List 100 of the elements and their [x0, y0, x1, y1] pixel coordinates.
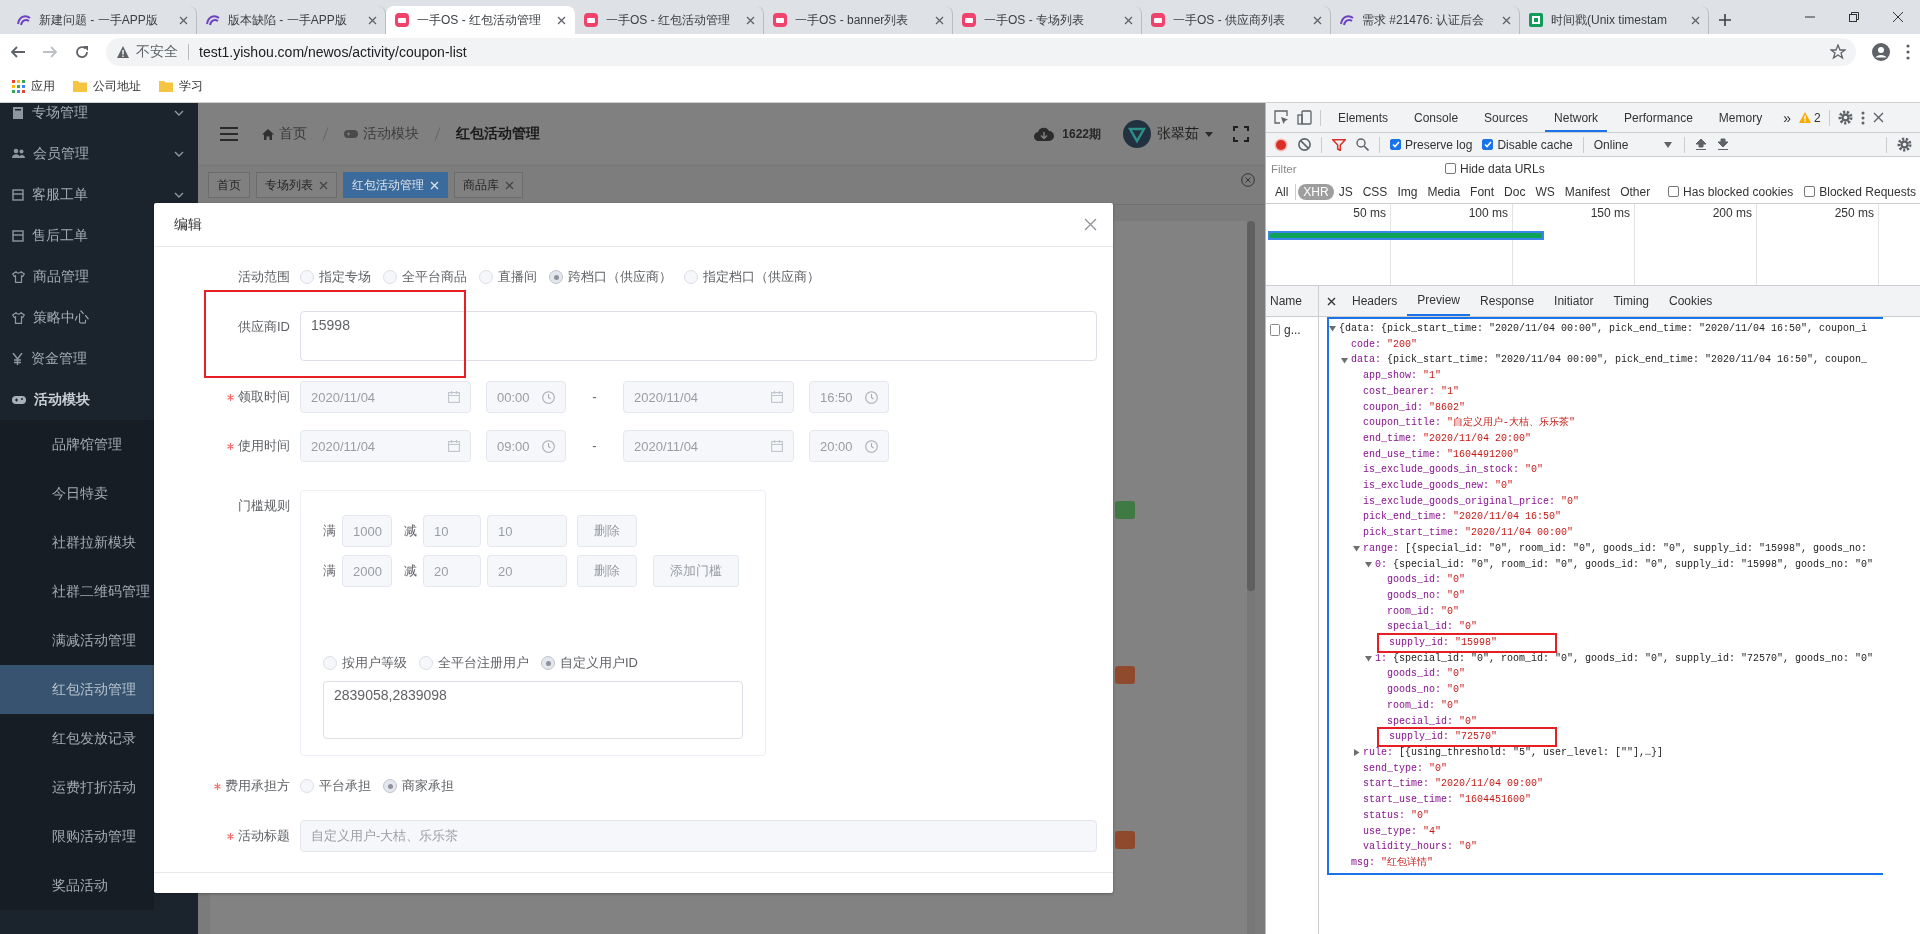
settings-icon[interactable]: [1837, 110, 1853, 125]
type-filter[interactable]: CSS: [1357, 183, 1393, 200]
sidebar-subitem[interactable]: 限购活动管理: [0, 812, 154, 861]
profile-icon[interactable]: [1872, 43, 1890, 61]
json-tree-node[interactable]: range: [{special_id: "0", room_id: "0", goods_id: "0", supply_id: "15998", goods_no:: [1353, 540, 1868, 557]
request-row[interactable]: g...: [1266, 321, 1318, 339]
sidebar-subitem[interactable]: 社群拉新模块: [0, 518, 154, 567]
user-menu[interactable]: 张翠茹: [1123, 120, 1213, 148]
close-icon[interactable]: [1327, 296, 1336, 306]
sidebar-subitem[interactable]: 满减活动管理: [0, 616, 154, 665]
bookmark-item[interactable]: 应用: [12, 77, 55, 95]
sidebar-subitem[interactable]: 品牌馆管理: [0, 420, 154, 469]
more-tabs-button[interactable]: »: [1783, 109, 1791, 126]
star-icon[interactable]: [1830, 44, 1846, 60]
radio-option[interactable]: 指定专场: [300, 268, 371, 286]
more-icon[interactable]: [1860, 110, 1865, 125]
radio-option[interactable]: 指定档口（供应商）: [684, 268, 820, 286]
type-filter[interactable]: Manifest: [1559, 183, 1616, 200]
type-filter[interactable]: All: [1270, 183, 1294, 200]
sidebar-subitem[interactable]: 奖品活动: [0, 861, 154, 910]
detail-tab[interactable]: Preview: [1407, 286, 1471, 316]
collapse-triangle-icon[interactable]: [1341, 356, 1348, 364]
close-icon[interactable]: [1872, 112, 1884, 123]
filter-icon[interactable]: [1332, 138, 1346, 151]
reload-icon[interactable]: [74, 44, 90, 60]
record-icon[interactable]: [1274, 137, 1288, 152]
devtools-tab[interactable]: Elements: [1329, 103, 1398, 132]
throttle-select[interactable]: Online: [1593, 137, 1675, 152]
type-filter[interactable]: WS: [1530, 183, 1560, 200]
sidebar-item[interactable]: 策略中心: [0, 297, 154, 338]
fullscreen-icon[interactable]: [1233, 126, 1249, 142]
sidebar-subitem[interactable]: 红包活动管理: [0, 665, 154, 714]
devtools-tab[interactable]: Sources: [1475, 103, 1538, 132]
checkbox[interactable]: Hide data URLs: [1445, 161, 1545, 176]
sidebar-item[interactable]: 商品管理: [0, 256, 154, 297]
collapse-triangle-icon[interactable]: [1329, 325, 1336, 333]
radio-option[interactable]: 商家承担: [383, 777, 454, 795]
settings-icon[interactable]: [1897, 137, 1912, 152]
browser-tab[interactable]: 一手OS - 红包活动管理: [386, 6, 575, 34]
sidebar-subitem[interactable]: 社群二维码管理: [0, 567, 154, 616]
detail-tab[interactable]: Cookies: [1659, 286, 1723, 316]
radio-option[interactable]: 平台承担: [300, 777, 371, 795]
warnings-badge[interactable]: 2: [1798, 110, 1821, 125]
sidebar-item[interactable]: 活动模块: [0, 379, 154, 420]
sidebar-subitem[interactable]: 今日特卖: [0, 469, 154, 518]
detail-tab[interactable]: Response: [1470, 286, 1545, 316]
page-tab[interactable]: 红包活动管理: [343, 172, 448, 198]
json-tree-node[interactable]: rule: [{using_threshold: "5", user_level: [""],…}]: [1353, 745, 1664, 761]
type-filter[interactable]: Doc: [1499, 183, 1531, 200]
radio-option[interactable]: 跨档口（供应商）: [549, 268, 672, 286]
sidebar-item[interactable]: 资金管理: [0, 338, 154, 379]
detail-tab[interactable]: Initiator: [1544, 286, 1604, 316]
checkbox[interactable]: Has blocked cookies: [1668, 184, 1794, 199]
json-tree-node[interactable]: 0: {special_id: "0", room_id: "0", goods_id: "0", supply_id: "15998", goods_no: "0": [1365, 556, 1874, 573]
new-tab-icon[interactable]: [1719, 14, 1731, 26]
devtools-tab[interactable]: Memory: [1709, 103, 1772, 132]
cloud-download-icon[interactable]: [1034, 127, 1055, 141]
device-toolbar-icon[interactable]: [1297, 110, 1312, 125]
sidebar-subitem[interactable]: 运费打折活动: [0, 763, 154, 812]
close-icon[interactable]: [1893, 12, 1903, 22]
page-tab[interactable]: 专场列表: [256, 172, 337, 198]
scrollbar-thumb[interactable]: [1247, 221, 1255, 591]
type-filter[interactable]: Media: [1422, 183, 1466, 200]
json-tree-node[interactable]: {data: {pick_start_time: "2020/11/04 00:00", pick_end_time: "2020/11/04 16:50", coupon_i: [1329, 321, 1868, 337]
type-filter[interactable]: Other: [1615, 183, 1656, 200]
checkbox[interactable]: Blocked Requests: [1804, 184, 1916, 199]
supplier-id-textarea[interactable]: 15998: [300, 311, 1097, 361]
expand-triangle-icon[interactable]: [1353, 749, 1360, 757]
search-icon[interactable]: [1356, 138, 1369, 151]
clear-icon[interactable]: [1298, 138, 1311, 151]
radio-option[interactable]: 全平台商品: [383, 268, 467, 286]
page-tab[interactable]: 首页: [208, 172, 250, 198]
type-filter[interactable]: Font: [1465, 183, 1500, 200]
close-circle-icon[interactable]: [1241, 173, 1255, 187]
checkbox[interactable]: Disable cache: [1482, 137, 1573, 152]
more-icon[interactable]: [1906, 44, 1910, 60]
detail-tab[interactable]: Headers: [1342, 286, 1408, 316]
bookmark-item[interactable]: 学习: [159, 77, 203, 95]
sidebar-item[interactable]: 专场管理: [0, 103, 198, 133]
checkbox[interactable]: Preserve log: [1390, 137, 1473, 152]
sidebar-item[interactable]: 客服工单: [0, 174, 198, 215]
restore-icon[interactable]: [1849, 12, 1859, 22]
sidebar-item[interactable]: 会员管理: [0, 133, 198, 174]
type-filter[interactable]: Img: [1392, 183, 1423, 200]
collapse-triangle-icon[interactable]: [1365, 655, 1372, 663]
devtools-tab[interactable]: Console: [1405, 103, 1468, 132]
sidebar-subitem[interactable]: 红包发放记录: [0, 714, 154, 763]
type-filter[interactable]: JS: [1333, 183, 1358, 200]
inspect-icon[interactable]: [1274, 110, 1289, 125]
sidebar-item[interactable]: 售后工单: [0, 215, 154, 256]
back-icon[interactable]: [10, 44, 26, 60]
detail-tab[interactable]: Timing: [1603, 286, 1659, 316]
menu-icon[interactable]: [220, 127, 238, 141]
upload-icon[interactable]: [1695, 138, 1708, 151]
page-tab[interactable]: 商品库: [454, 172, 523, 198]
bookmark-item[interactable]: 公司地址: [73, 77, 141, 95]
json-tree-node[interactable]: data: {pick_start_time: "2020/11/04 00:00", pick_end_time: "2020/11/04 16:50", coupon_: [1341, 352, 1868, 369]
radio-option[interactable]: 直播间: [479, 268, 537, 286]
download-icon[interactable]: [1717, 138, 1730, 151]
address-bar[interactable]: 不安全 test1.yishou.com/newos/activity/coupon-list: [106, 38, 1856, 66]
